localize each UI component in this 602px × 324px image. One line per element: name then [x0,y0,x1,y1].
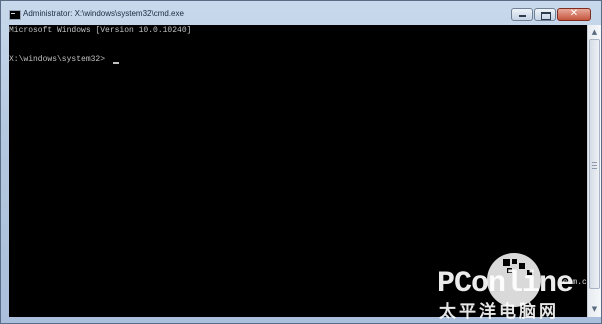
console-window: Administrator: X:\windows\system32\cmd.e… [0,0,602,324]
maximize-button[interactable] [534,8,556,21]
console-line-version: Microsoft Windows [Version 10.0.10240] [9,26,192,35]
minimize-icon [519,15,526,17]
vertical-scrollbar[interactable]: ▲ ▼ [587,25,601,317]
close-button[interactable]: ✕ [557,8,591,21]
grip-line [592,162,597,163]
title-bar[interactable]: Administrator: X:\windows\system32\cmd.e… [1,1,601,25]
cmd-app-icon[interactable] [9,10,21,20]
text-cursor [113,62,119,64]
scroll-up-arrow-icon[interactable]: ▲ [589,26,600,38]
close-icon: ✕ [569,8,579,19]
maximize-icon [541,12,551,20]
window-controls: ✕ [510,8,591,22]
watermark: PConline .com.cn 太平洋电脑网 [437,245,597,322]
window-title: Administrator: X:\windows\system32\cmd.e… [23,9,184,18]
scroll-down-arrow-icon[interactable]: ▼ [589,303,600,315]
watermark-brand: PConline [437,267,574,301]
grip-line [592,165,597,166]
watermark-chinese-name: 太平洋电脑网 [439,302,559,322]
minimize-button[interactable] [511,8,533,21]
console-output[interactable]: Microsoft Windows [Version 10.0.10240] X… [9,25,592,322]
console-line-prompt: X:\windows\system32> [9,55,106,64]
grip-line [592,168,597,169]
scrollbar-thumb[interactable] [589,39,600,289]
